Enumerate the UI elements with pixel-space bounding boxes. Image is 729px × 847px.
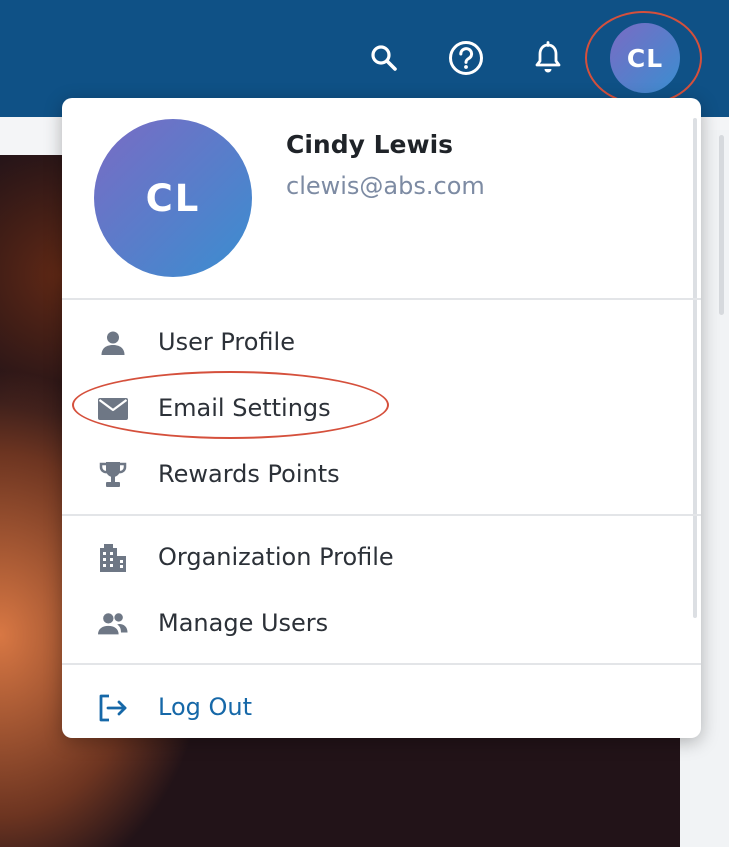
menu-item-user-profile[interactable]: User Profile — [62, 315, 701, 371]
menu-item-email-settings[interactable]: Email Settings — [62, 381, 701, 437]
menu-item-label: User Profile — [158, 328, 295, 356]
menu-item-label: Log Out — [158, 693, 253, 721]
envelope-icon — [98, 395, 128, 423]
menu-item-rewards-points[interactable]: Rewards Points — [62, 447, 701, 503]
search-icon[interactable] — [364, 38, 404, 78]
menu-item-label: Rewards Points — [158, 460, 340, 488]
profile-avatar-initials: CL — [145, 176, 201, 220]
menu-divider — [62, 663, 701, 665]
person-icon — [98, 329, 128, 357]
avatar-initials: CL — [626, 43, 664, 73]
building-icon — [98, 544, 128, 572]
menu-divider — [62, 514, 701, 516]
bell-icon[interactable] — [528, 38, 568, 78]
user-name: Cindy Lewis — [286, 130, 454, 159]
account-dropdown-menu: CL Cindy Lewis clewis@abs.com User Profi… — [62, 98, 701, 738]
user-avatar-button[interactable]: CL — [610, 23, 680, 93]
menu-item-log-out[interactable]: Log Out — [62, 680, 701, 736]
profile-avatar: CL — [94, 119, 252, 277]
menu-divider — [62, 298, 701, 300]
page-scrollbar[interactable] — [719, 135, 724, 315]
menu-item-label: Organization Profile — [158, 543, 394, 571]
menu-item-label: Manage Users — [158, 609, 329, 637]
logout-icon — [98, 694, 128, 722]
menu-item-manage-users[interactable]: Manage Users — [62, 596, 701, 652]
menu-item-organization-profile[interactable]: Organization Profile — [62, 530, 701, 586]
menu-item-label: Email Settings — [158, 394, 331, 422]
help-icon[interactable] — [446, 38, 486, 78]
trophy-icon — [98, 461, 128, 489]
user-email: clewis@abs.com — [286, 172, 485, 200]
users-icon — [98, 610, 128, 638]
